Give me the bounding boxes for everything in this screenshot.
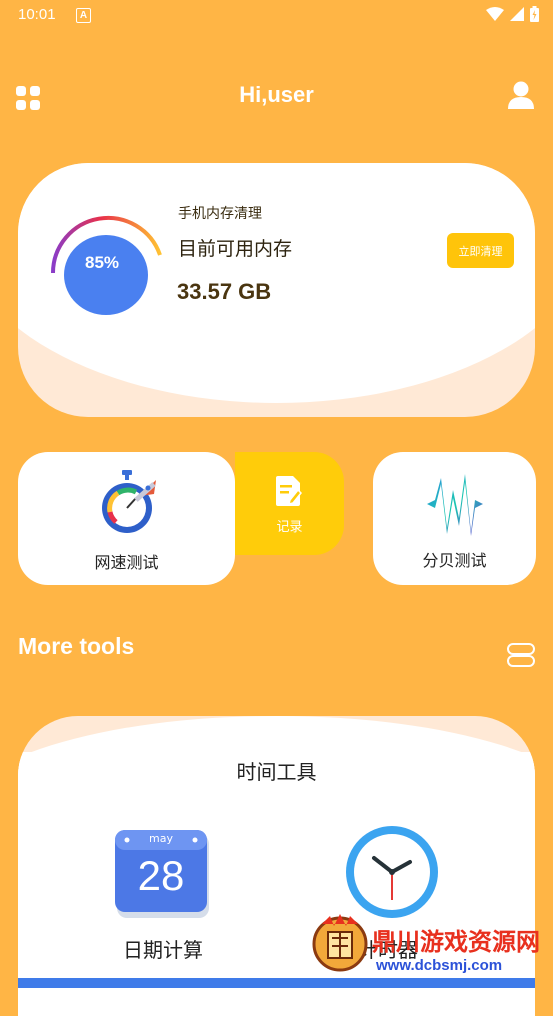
clean-now-button[interactable]: 立即清理 — [447, 233, 514, 268]
header-title: Hi,user — [239, 82, 314, 107]
date-calc-label[interactable]: 日期计算 — [98, 934, 228, 963]
calendar-day: 28 — [137, 852, 185, 899]
memory-value: 33.57 GB — [177, 279, 272, 304]
status-bar: 10:01 A — [0, 0, 553, 32]
watermark-title: 鼎川游戏资源网 — [372, 928, 540, 956]
signal-icon — [510, 7, 524, 21]
status-time: 10:01 — [18, 6, 56, 23]
more-tools-title: More tools — [18, 633, 135, 659]
memory-title: 目前可用内存 — [178, 238, 293, 260]
notification-icon: A — [76, 8, 91, 23]
watermark-url: www.dcbsmj.com — [376, 957, 503, 974]
time-tools-title: 时间工具 — [236, 760, 317, 784]
user-icon[interactable] — [507, 80, 535, 110]
calendar-month: may — [149, 832, 173, 845]
record-label: 记录 — [276, 520, 303, 535]
list-toggle-icon[interactable] — [507, 643, 535, 667]
decibel-test-card[interactable]: 分贝测试 — [373, 452, 536, 585]
watermark-logo — [312, 914, 368, 972]
note-edit-icon — [276, 476, 302, 506]
status-icons — [486, 6, 539, 22]
speed-test-label: 网速测试 — [94, 553, 159, 572]
wifi-icon — [486, 7, 504, 21]
stopwatch-rocket-icon — [102, 470, 156, 533]
memory-clean-card[interactable]: 85% 手机内存清理 目前可用内存 33.57 GB 立即清理 — [18, 163, 535, 417]
decibel-test-label: 分贝测试 — [422, 551, 487, 570]
speed-test-card[interactable]: 网速测试 — [18, 452, 235, 585]
sound-wave-icon — [427, 474, 483, 536]
memory-percent: 85% — [84, 253, 120, 272]
watermark: 鼎川游戏资源网 www.dcbsmj.com — [300, 904, 553, 984]
battery-icon — [530, 6, 539, 22]
memory-subtitle: 手机内存清理 — [178, 206, 262, 222]
record-card[interactable]: 记录 — [235, 452, 344, 555]
